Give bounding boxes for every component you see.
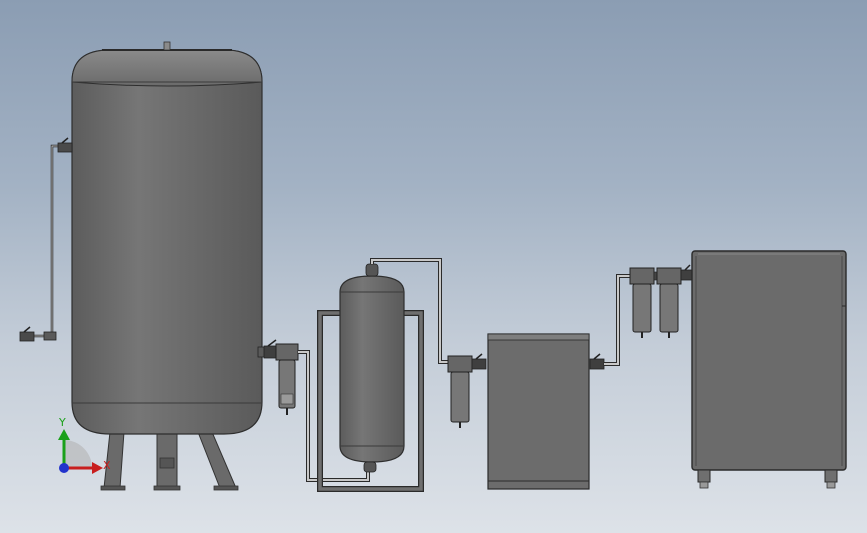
- pipe-dryer-to-filters-highlight: [604, 275, 632, 365]
- valve-handle: [684, 264, 691, 271]
- prefilter-outlet-valve: [471, 358, 487, 370]
- valve-handle: [267, 339, 277, 347]
- filter-head: [447, 355, 473, 373]
- y-axis-label: Y: [58, 416, 66, 429]
- x-axis-label: X: [103, 459, 111, 472]
- dryer-cabinet: [487, 333, 590, 490]
- buffer-shell: [339, 275, 405, 463]
- x-axis-arrowhead: [92, 462, 103, 474]
- filter-head: [629, 267, 655, 285]
- air-compressor[interactable]: [691, 250, 847, 489]
- gauge-fitting: [43, 331, 57, 341]
- compressor-foot: [824, 469, 838, 483]
- tank-top-cap: [71, 49, 263, 87]
- tank-leg-foot: [100, 485, 126, 491]
- triad-arc: [64, 440, 92, 468]
- valve-handle: [61, 137, 69, 144]
- cad-viewport[interactable]: Y X: [0, 0, 867, 533]
- fine-filter-pair[interactable]: [629, 264, 694, 338]
- tank-top-nozzle: [163, 41, 171, 51]
- buffer-top-fitting: [365, 263, 379, 277]
- tank-leg-foot: [213, 485, 239, 491]
- pre-filter[interactable]: [447, 353, 487, 428]
- refrigerated-dryer[interactable]: [487, 333, 605, 490]
- filter-bowl: [450, 371, 470, 423]
- filter-bowl-cap: [280, 393, 294, 405]
- tank-leg: [197, 431, 237, 489]
- tank-leg-foot: [153, 485, 181, 491]
- y-axis-arrowhead: [58, 429, 70, 440]
- compressor-foot: [697, 469, 711, 483]
- compressor-foot-pad: [826, 481, 836, 489]
- tank-drain-block: [159, 457, 175, 469]
- tank-shell: [71, 49, 263, 435]
- level-gauge-pipe: [28, 144, 64, 338]
- filter-head: [656, 267, 682, 285]
- valve-handle: [475, 353, 483, 360]
- compressed-air-system-drawing: Y X: [19, 41, 847, 492]
- gauge-valve-top: [57, 142, 73, 153]
- filter-outlet-valve: [680, 269, 694, 281]
- valve-handle: [593, 353, 601, 360]
- z-axis-dot: [59, 463, 69, 473]
- compressor-foot-pad: [699, 481, 709, 489]
- dryer-top-lip: [487, 333, 590, 341]
- filter-bowl: [659, 283, 679, 333]
- main-line-filter[interactable]: [275, 343, 299, 415]
- buffer-tank[interactable]: [317, 263, 424, 492]
- filter-bowl: [632, 283, 652, 333]
- level-gauge-pipe-highlight: [28, 145, 64, 337]
- filter-head: [275, 343, 299, 361]
- buffer-bottom-fitting: [363, 461, 377, 473]
- compressor-cabinet: [691, 250, 847, 471]
- gauge-valve-bottom: [19, 331, 35, 342]
- valve-handle: [23, 326, 31, 333]
- dryer-outlet-valve: [589, 358, 605, 370]
